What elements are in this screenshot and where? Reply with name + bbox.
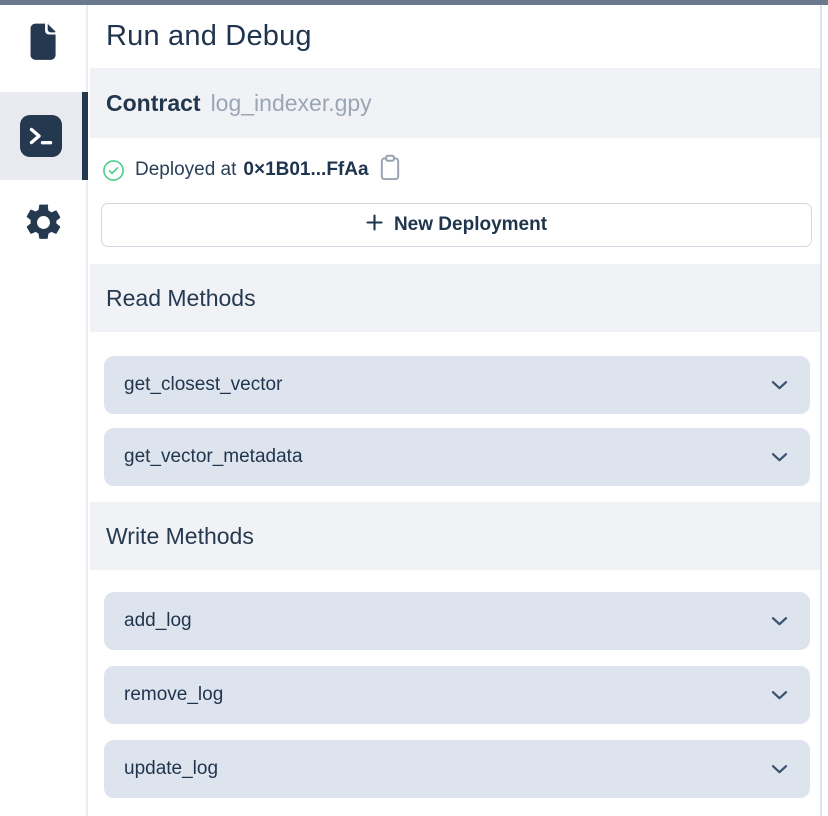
chevron-down-icon: [771, 764, 788, 775]
copy-address-button[interactable]: [378, 154, 402, 186]
contract-header: Contract log_indexer.gpy: [90, 68, 820, 138]
method-row-update-log[interactable]: update_log: [104, 740, 810, 798]
method-name: update_log: [124, 758, 218, 780]
method-name: get_vector_metadata: [124, 446, 303, 468]
panel-scroll-divider: [820, 5, 822, 816]
activity-sidebar: [0, 5, 88, 816]
new-deployment-label: New Deployment: [394, 214, 547, 236]
deployment-status-row: Deployed at 0×1B01...FfAa: [102, 152, 804, 188]
write-methods-header: Write Methods: [90, 502, 820, 570]
method-row-get-vector-metadata[interactable]: get_vector_metadata: [104, 428, 810, 486]
method-name: add_log: [124, 610, 192, 632]
contract-label: Contract: [106, 90, 201, 117]
chevron-down-icon: [771, 616, 788, 627]
read-methods-header: Read Methods: [90, 264, 820, 332]
sidebar-item-settings[interactable]: [0, 201, 86, 249]
plus-icon: [366, 214, 383, 237]
file-icon: [25, 21, 61, 66]
section-heading: Read Methods: [106, 285, 256, 312]
method-row-get-closest-vector[interactable]: get_closest_vector: [104, 356, 810, 414]
run-and-debug-panel: Run and Debug Contract log_indexer.gpy D…: [90, 5, 820, 816]
method-name: get_closest_vector: [124, 374, 282, 396]
method-row-remove-log[interactable]: remove_log: [104, 666, 810, 724]
method-name: remove_log: [124, 684, 223, 706]
check-circle-icon: [102, 159, 125, 182]
terminal-icon: [19, 114, 63, 163]
new-deployment-button[interactable]: New Deployment: [101, 203, 812, 247]
chevron-down-icon: [771, 690, 788, 701]
sidebar-item-files[interactable]: [0, 21, 86, 66]
deployed-at-label: Deployed at: [135, 159, 236, 181]
active-item-indicator: [82, 92, 88, 180]
gear-icon: [22, 201, 65, 249]
clipboard-icon: [378, 154, 402, 186]
section-heading: Write Methods: [106, 523, 254, 550]
method-row-add-log[interactable]: add_log: [104, 592, 810, 650]
page-title: Run and Debug: [90, 5, 820, 68]
contract-filename: log_indexer.gpy: [211, 90, 372, 117]
contract-address: 0×1B01...FfAa: [243, 159, 368, 181]
sidebar-item-terminal[interactable]: [0, 114, 82, 163]
chevron-down-icon: [771, 380, 788, 391]
chevron-down-icon: [771, 452, 788, 463]
